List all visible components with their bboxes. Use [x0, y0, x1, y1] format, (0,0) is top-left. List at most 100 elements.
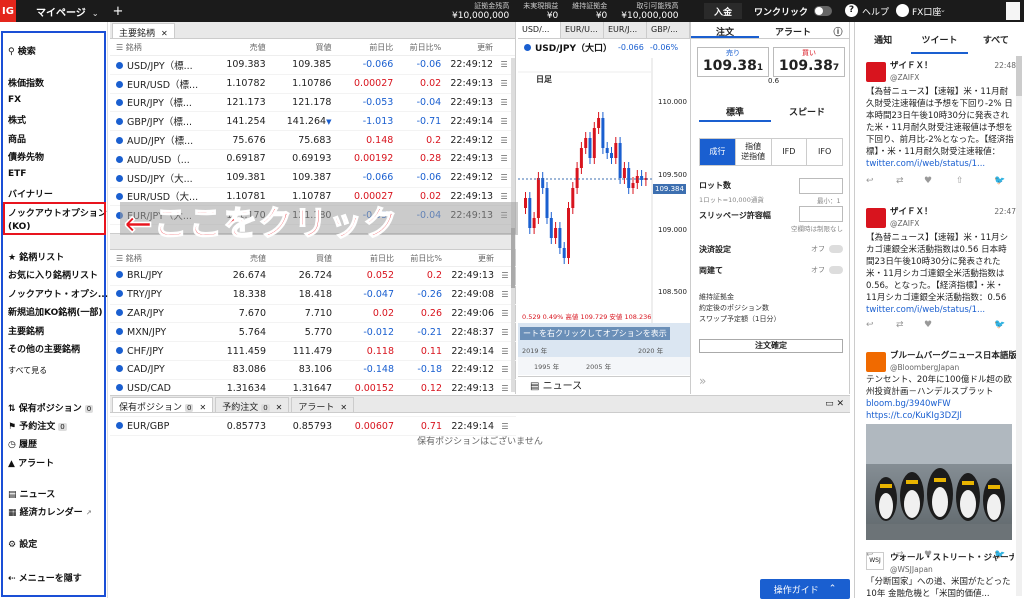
- slippage-stepper[interactable]: [799, 206, 843, 222]
- close-icon[interactable]: ✕: [340, 403, 347, 412]
- tab-tweets[interactable]: ツイート: [911, 22, 968, 54]
- tab-alert[interactable]: アラート: [759, 22, 827, 38]
- sidebar-item-favorites[interactable]: お気に入り銘柄リスト: [8, 268, 98, 281]
- buy-price[interactable]: 121.178: [266, 97, 336, 108]
- tweet-handle[interactable]: @ZAIFX: [890, 72, 1016, 84]
- sidebar-item-orders[interactable]: ⚑ 予約注文 0: [8, 419, 67, 432]
- col-buy[interactable]: 買値: [266, 42, 336, 53]
- instrument-name[interactable]: EUR/JPY（標...: [110, 95, 208, 109]
- price-chart[interactable]: 日足 110.000 109.500 109.384 109.000 108.5…: [518, 58, 690, 323]
- twitter-icon[interactable]: 🐦: [994, 176, 1005, 186]
- scrollbar-thumb[interactable]: [511, 228, 515, 288]
- sidebar-item-indices[interactable]: 株価指数: [8, 76, 44, 89]
- table-row[interactable]: ZAR/JPY 7.670 7.710 0.02 0.26 22:49:06 ☰: [110, 305, 516, 324]
- sidebar-item-major[interactable]: 主要銘柄: [8, 324, 44, 337]
- deposit-button[interactable]: 入金: [704, 3, 742, 19]
- instrument-name[interactable]: BRL/JPY: [110, 270, 208, 281]
- share-icon[interactable]: ⇧: [956, 176, 964, 186]
- close-icon[interactable]: ✕: [276, 403, 283, 412]
- sidebar-item-bond-futures[interactable]: 債券先物: [8, 150, 44, 163]
- info-icon[interactable]: ⓘ: [827, 22, 849, 38]
- col-sell[interactable]: 売値: [208, 42, 266, 53]
- order-type-limit[interactable]: 指値 逆指値: [736, 139, 772, 165]
- sell-price[interactable]: 83.086: [208, 364, 266, 375]
- twitter-icon[interactable]: 🐦: [994, 320, 1005, 330]
- instrument-name[interactable]: CAD/JPY: [110, 364, 208, 375]
- buy-price-button[interactable]: 買い 109.387: [773, 47, 845, 77]
- sidebar-item-news[interactable]: ▤ ニュース: [8, 487, 55, 500]
- chart-tab[interactable]: GBP/...: [647, 22, 690, 38]
- close-icon[interactable]: ✕: [199, 403, 206, 412]
- table-row[interactable]: BRL/JPY 26.674 26.724 0.052 0.2 22:49:13 ☰: [110, 267, 516, 286]
- col-name[interactable]: ☰ 銘柄: [110, 253, 208, 264]
- range-mini[interactable]: 1995 年 2005 年: [518, 357, 690, 375]
- instrument-name[interactable]: TRY/JPY: [110, 289, 208, 300]
- order-type-market[interactable]: 成行: [700, 139, 736, 165]
- sidebar-item-watchlists[interactable]: ★ 銘柄リスト: [8, 250, 64, 263]
- sidebar-item-fx[interactable]: FX: [8, 95, 21, 105]
- chart-news-toggle[interactable]: ▤ ニュース: [518, 376, 690, 394]
- sell-price[interactable]: 111.459: [208, 346, 266, 357]
- settle-toggle[interactable]: [829, 245, 843, 253]
- user-account-label[interactable]: FX口座: [912, 5, 941, 18]
- buy-price[interactable]: 5.770: [266, 327, 336, 338]
- operation-guide-button[interactable]: 操作ガイド ⌃: [760, 579, 850, 599]
- col-pct[interactable]: 前日比%: [394, 253, 442, 264]
- avatar[interactable]: WSJ: [866, 552, 884, 570]
- buy-price[interactable]: 0.69193: [266, 153, 336, 164]
- buy-price[interactable]: 83.106: [266, 364, 336, 375]
- lot-stepper[interactable]: [799, 178, 843, 194]
- sidebar-item-commodities[interactable]: 商品: [8, 132, 26, 145]
- sell-price-button[interactable]: 売り 109.381: [697, 47, 769, 77]
- sidebar-item-knockout[interactable]: ノックアウトオプション (KO): [8, 206, 107, 232]
- table-row[interactable]: USD/JPY（標... 109.383 109.385 -0.066 -0.06 22:…: [110, 56, 515, 75]
- col-sell[interactable]: 売値: [208, 253, 266, 264]
- sidebar-search[interactable]: ⚲ 検索: [8, 44, 36, 57]
- tab-order[interactable]: 注文: [691, 22, 759, 38]
- col-pct[interactable]: 前日比%: [393, 42, 442, 53]
- help-link[interactable]: ヘルプ: [862, 5, 889, 18]
- table-row[interactable]: CHF/JPY 111.459 111.479 0.118 0.11 22:49:14 ☰: [110, 342, 516, 361]
- sidebar-item-alerts[interactable]: ▲ アラート: [8, 456, 54, 469]
- tab-all[interactable]: すべて: [968, 22, 1024, 54]
- instrument-name[interactable]: AUD/JPY（標...: [110, 133, 208, 147]
- tab-notifications[interactable]: 通知: [855, 22, 911, 54]
- close-icon[interactable]: ✕: [161, 29, 168, 38]
- instrument-name[interactable]: ZAR/JPY: [110, 308, 208, 319]
- reply-icon[interactable]: ↩: [866, 176, 874, 186]
- sidebar-item-positions[interactable]: ⇅ 保有ポジション 0: [8, 401, 94, 414]
- hide-menu-button[interactable]: ⇠ メニューを隠す: [8, 571, 82, 584]
- sell-price[interactable]: 1.10782: [208, 78, 265, 89]
- buy-price[interactable]: 111.479: [266, 346, 336, 357]
- tweet-link[interactable]: twitter.com/i/web/status/1...: [866, 158, 1014, 170]
- tweet-author[interactable]: ブルームバーグニュース日本語版: [890, 350, 1020, 362]
- tweet-image[interactable]: [866, 424, 1012, 540]
- help-icon[interactable]: ?: [845, 4, 858, 17]
- confirm-order-button[interactable]: 注文確定: [699, 339, 843, 353]
- table-row[interactable]: USD/JPY（大... 109.381 109.387 -0.066 -0.06 22:…: [110, 169, 515, 188]
- sidebar-item-other-major[interactable]: その他の主要銘柄: [8, 342, 80, 355]
- table-row[interactable]: CAD/JPY 83.086 83.106 -0.148 -0.18 22:49:12 ☰: [110, 361, 516, 380]
- like-icon[interactable]: ♥: [924, 176, 932, 186]
- buy-price[interactable]: 109.385: [266, 59, 336, 70]
- buy-price[interactable]: 141.264▼: [266, 116, 336, 127]
- chart-tab[interactable]: EUR/U...: [561, 22, 604, 38]
- instrument-name[interactable]: USD/JPY（大...: [110, 171, 208, 185]
- sell-price[interactable]: 141.254: [208, 116, 265, 127]
- buy-price[interactable]: 109.387: [266, 172, 336, 183]
- tab-alerts[interactable]: アラート ✕: [291, 397, 355, 413]
- chart-tab[interactable]: USD/...: [518, 22, 561, 38]
- sell-price[interactable]: 5.764: [208, 327, 266, 338]
- col-change[interactable]: 前日比: [335, 42, 393, 53]
- like-icon[interactable]: ♥: [924, 320, 932, 330]
- see-all-link[interactable]: すべて見る: [8, 365, 47, 376]
- table-row[interactable]: GBP/JPY（標... 141.254 141.264▼ -1.013 -0.71 22…: [110, 112, 515, 132]
- tab-positions[interactable]: 保有ポジション 0 ✕: [112, 397, 214, 413]
- sell-price[interactable]: 18.338: [208, 289, 266, 300]
- retweet-icon[interactable]: ⇄: [896, 176, 904, 186]
- avatar[interactable]: [866, 352, 886, 372]
- instrument-name[interactable]: GBP/JPY（標...: [110, 114, 208, 128]
- col-change[interactable]: 前日比: [336, 253, 394, 264]
- tab-pending-orders[interactable]: 予約注文 0 ✕: [215, 397, 290, 413]
- tweet-handle[interactable]: @WSJJapan: [890, 564, 1014, 576]
